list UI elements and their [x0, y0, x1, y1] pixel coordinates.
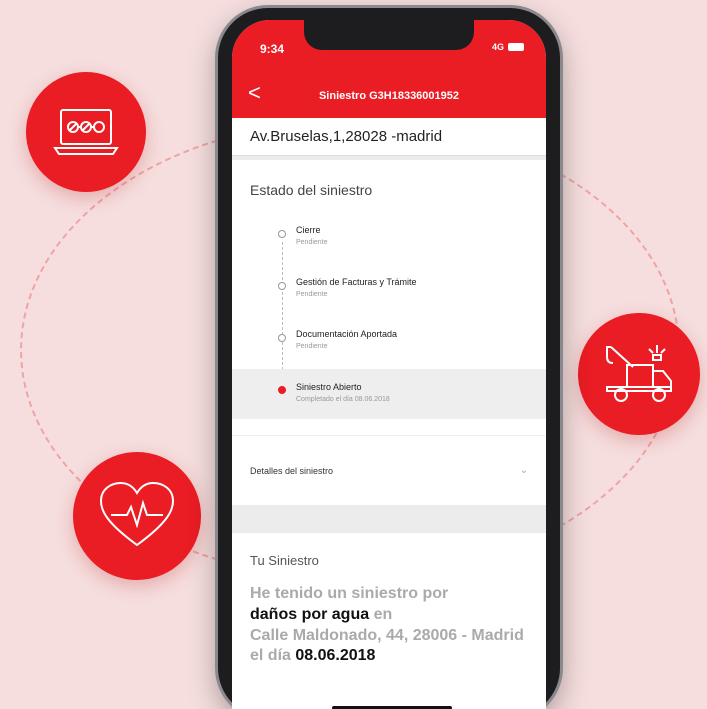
heart-feature — [73, 452, 201, 580]
step-name: Cierre — [296, 225, 321, 235]
phone-screen: 9:34 4G < Siniestro G3H18336001952 Av.Br… — [232, 20, 546, 709]
heart-pulse-icon — [99, 481, 175, 547]
signal-label: 4G — [491, 42, 504, 52]
step-status: Pendiente — [296, 291, 328, 298]
chevron-down-icon: ⌄ — [519, 465, 528, 476]
status-time: 9:34 — [260, 42, 285, 56]
step-status: Pendiente — [296, 343, 328, 350]
battery-icon — [508, 43, 524, 51]
step-active-dot-icon — [278, 386, 286, 394]
tow-truck-icon — [606, 345, 672, 402]
summary-el-dia: el día — [250, 647, 291, 665]
tu-siniestro-title: Tu Siniestro — [250, 553, 319, 568]
step-dot-icon — [278, 282, 286, 290]
detalles-label: Detalles del siniestro — [250, 465, 334, 476]
status-indicators: 4G — [492, 42, 524, 52]
timeline-item-active: Siniestro Abierto Completado el día 08.0… — [232, 369, 546, 419]
address-bar: Av.Bruselas,1,28028 -madrid — [232, 118, 546, 156]
timeline-item: Cierre Pendiente — [232, 222, 546, 274]
detalles-toggle[interactable]: Detalles del siniestro ⌄ — [232, 435, 546, 505]
incident-date: 08.06.2018 — [295, 647, 376, 665]
estado-title: Estado del siniestro — [250, 182, 373, 198]
estado-card: Estado del siniestro Cierre Pendiente Ge… — [232, 160, 546, 505]
timeline-item: Gestión de Facturas y Trámite Pendiente — [232, 274, 546, 326]
step-status: Pendiente — [296, 239, 328, 246]
tow-truck-feature — [578, 313, 700, 435]
step-name: Documentación Aportada — [296, 329, 398, 339]
step-name: Gestión de Facturas y Trámite — [296, 277, 417, 287]
summary-line1: He tenido un siniestro por — [250, 585, 449, 602]
siniestro-summary: He tenido un siniestro por daños por agu… — [250, 584, 528, 667]
summary-en: en — [373, 605, 393, 623]
notch — [304, 20, 474, 50]
laptop-icon — [53, 109, 119, 155]
incident-address: Calle Maldonado, 44, 28006 - Madrid — [250, 626, 524, 644]
step-status: Completado el día 08.06.2018 — [296, 396, 390, 403]
damage-type: daños por agua — [250, 605, 370, 623]
step-name: Siniestro Abierto — [296, 382, 362, 392]
page-title: Siniestro G3H18336001952 — [318, 90, 460, 102]
step-dot-icon — [278, 230, 286, 238]
step-dot-icon — [278, 334, 286, 342]
tu-siniestro-card: Tu Siniestro He tenido un siniestro por … — [232, 533, 546, 709]
laptop-feature — [26, 72, 146, 192]
phone-frame: 9:34 4G < Siniestro G3H18336001952 Av.Br… — [218, 8, 560, 709]
